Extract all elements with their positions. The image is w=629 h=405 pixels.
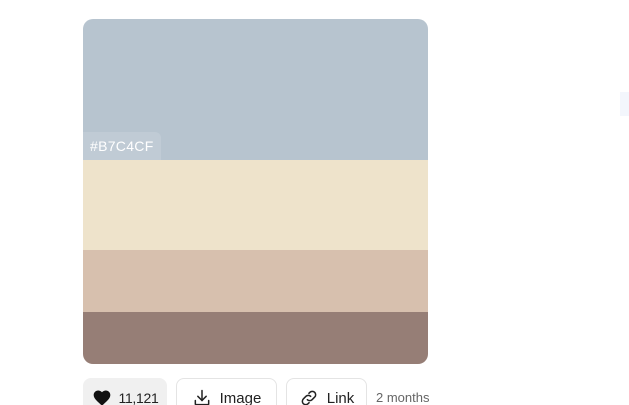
link-button-label: Link: [326, 389, 355, 405]
page: #B7C4CF 11,121 Image Link 2 months: [0, 0, 629, 405]
copy-link-button[interactable]: Link: [286, 378, 367, 405]
palette-actions-bar: 11,121 Image Link 2 months: [83, 378, 429, 405]
color-palette-card[interactable]: #B7C4CF: [83, 19, 428, 364]
color-swatch[interactable]: [83, 160, 428, 250]
hex-code-label[interactable]: #B7C4CF: [83, 132, 161, 160]
color-swatch[interactable]: [83, 250, 428, 312]
like-count: 11,121: [118, 390, 159, 405]
download-icon: [192, 388, 212, 405]
image-button-label: Image: [219, 389, 262, 405]
link-icon: [299, 388, 319, 405]
color-swatch[interactable]: #B7C4CF: [83, 19, 428, 160]
download-image-button[interactable]: Image: [176, 378, 277, 405]
color-swatch[interactable]: [83, 312, 428, 364]
heart-icon: [92, 388, 112, 405]
like-button[interactable]: 11,121: [83, 378, 167, 405]
posted-time: 2 months: [376, 390, 430, 405]
sidebar-edge: [620, 92, 629, 116]
